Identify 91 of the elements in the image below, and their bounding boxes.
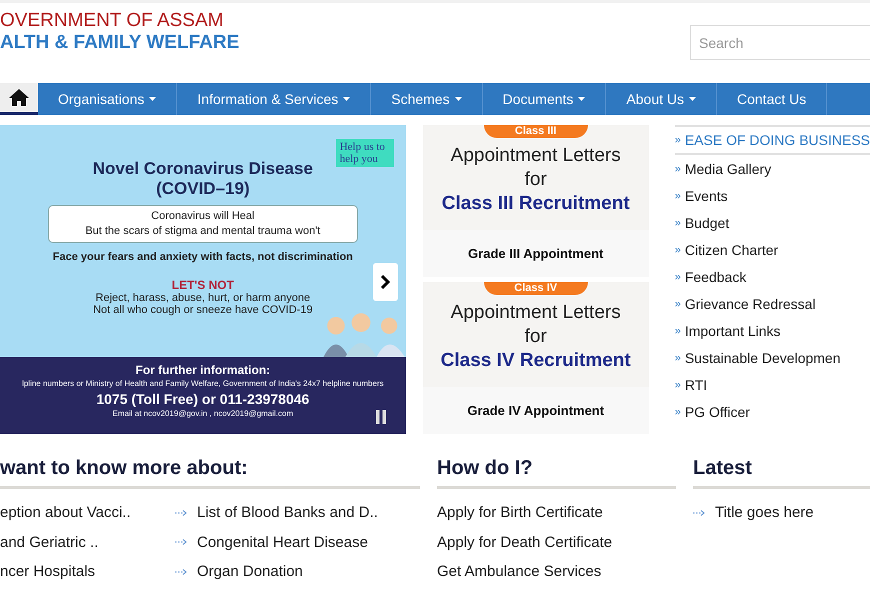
card-title: Appointment Letters xyxy=(450,301,621,325)
bullet-icon: » xyxy=(674,298,681,310)
section-heading: Latest xyxy=(692,457,870,489)
nav-menu-item[interactable]: Organisations xyxy=(38,83,178,115)
department-title: ALTH & FAMILY WELFARE xyxy=(0,32,240,54)
bullet-icon: » xyxy=(674,162,681,174)
email-text: Email at ncov2019@gov.in , ncov2019@gmail.com xyxy=(112,408,294,420)
dotted-arrow-icon xyxy=(175,510,187,516)
card-title: Class IV Recruitment xyxy=(440,349,631,373)
bullet-icon: » xyxy=(674,378,681,390)
bullet-icon: » xyxy=(674,134,681,146)
service-link[interactable]: Get Ambulance Services xyxy=(437,557,676,586)
sidebar-link[interactable]: » Grievance Redressal xyxy=(674,290,870,317)
sidebar-link[interactable]: » RTI xyxy=(674,371,870,398)
service-link[interactable]: Apply for Birth Certificate xyxy=(437,498,676,528)
chevron-right-icon xyxy=(380,275,390,289)
sidebar-link[interactable]: » Budget xyxy=(674,209,870,236)
topic-link[interactable]: List of Blood Banks and D.. xyxy=(175,498,420,528)
link-text: Important Links xyxy=(684,322,781,338)
sidebar-link[interactable]: » Feedback xyxy=(674,263,870,290)
appointment-card[interactable]: Class III Appointment Letters for Class III Recruitment Grade III Appointment xyxy=(422,125,649,277)
link-text: Grievance Redressal xyxy=(684,296,816,312)
sidebar-link[interactable]: » Media Gallery xyxy=(674,155,870,182)
nav-menu-item[interactable]: Schemes xyxy=(371,83,483,115)
appointment-card[interactable]: Class IV Appointment Letters for Class IV Recruitment Grade IV Appointment xyxy=(422,282,649,434)
caret-icon xyxy=(343,97,350,101)
card-title: for xyxy=(524,168,547,192)
banner-text: Reject, harass, abuse, hurt, or harm anyone Not all who cough or sneeze have COVID-19 xyxy=(93,292,313,316)
bullet-icon: » xyxy=(674,324,681,336)
dotted-arrow-icon xyxy=(692,510,705,516)
class-badge: Class III xyxy=(484,125,588,138)
dotted-arrow-icon xyxy=(175,568,187,575)
caret-icon xyxy=(149,97,156,101)
nav-menu-item[interactable]: Documents xyxy=(482,83,606,115)
nav-menu-item[interactable]: About Us xyxy=(606,83,717,115)
info-heading: For further information: xyxy=(136,362,270,378)
link-text: Events xyxy=(684,188,728,204)
topic-link[interactable]: Organ Donation xyxy=(175,557,420,586)
link-text: Feedback xyxy=(684,268,746,284)
link-text: EASE OF DOING BUSINESS xyxy=(684,132,870,148)
topic-link[interactable]: Congenital Heart Disease xyxy=(175,528,420,557)
caret-icon xyxy=(454,97,462,101)
link-text: PG Officer xyxy=(684,404,750,420)
class-badge: Class IV xyxy=(484,282,588,295)
card-title: Appointment Letters xyxy=(450,144,621,168)
link-text: Media Gallery xyxy=(684,160,772,176)
pause-icon[interactable] xyxy=(376,410,386,424)
home-icon xyxy=(9,89,29,106)
banner-heading: LET'S NOT xyxy=(172,278,234,292)
card-caption: Grade IV Appointment xyxy=(422,387,649,434)
card-caption: Grade III Appointment xyxy=(422,230,649,277)
bullet-icon: » xyxy=(674,244,681,256)
topic-link[interactable]: and Geriatric .. xyxy=(0,528,175,557)
caret-icon xyxy=(578,97,586,101)
link-text: Citizen Charter xyxy=(684,242,778,258)
nav-menu-item[interactable]: Contact Us xyxy=(717,83,828,115)
card-title: Class III Recruitment xyxy=(442,192,630,216)
link-text: Budget xyxy=(684,214,730,230)
bullet-icon: » xyxy=(674,352,681,364)
info-text: lpline numbers or Ministry of Health and Family Welfare, Government of India's 24x7 helpline numbers xyxy=(22,378,384,390)
card-title: for xyxy=(524,325,547,349)
service-link[interactable]: Apply for Death Certificate xyxy=(437,528,676,557)
topic-link[interactable]: eption about Vacci.. xyxy=(0,498,175,528)
home-tab[interactable] xyxy=(0,83,38,115)
caret-icon xyxy=(689,97,696,101)
banner-tagline: Face your fears and anxiety with facts, not discrimination xyxy=(52,251,353,263)
link-text: Sustainable Developmen xyxy=(684,350,840,366)
bullet-icon: » xyxy=(674,190,681,202)
sidebar-link[interactable]: » EASE OF DOING BUSINESS xyxy=(674,127,870,155)
topic-link[interactable]: ncer Hospitals xyxy=(0,557,175,586)
next-slide-button[interactable] xyxy=(372,263,398,301)
dotted-arrow-icon xyxy=(175,539,187,546)
bullet-icon: » xyxy=(674,270,681,282)
sidebar-link[interactable]: » Important Links xyxy=(674,317,870,344)
sidebar-link[interactable]: » Citizen Charter xyxy=(674,236,870,263)
section-heading: How do I? xyxy=(437,457,676,489)
site-title: OVERNMENT OF ASSAM xyxy=(0,10,224,32)
helpline-number: 1075 (Toll Free) or 011-23978046 xyxy=(96,390,310,408)
bullet-icon: » xyxy=(674,216,681,228)
sidebar-link[interactable]: » Sustainable Developmen xyxy=(674,344,870,371)
nav-menu-item[interactable]: Information & Services xyxy=(177,83,372,115)
bullet-icon: » xyxy=(674,406,681,418)
section-heading: want to know more about: xyxy=(0,457,420,489)
banner-title: Novel Coronavirus Disease (COVID–19) xyxy=(92,159,313,199)
news-link[interactable]: Title goes here xyxy=(692,498,870,528)
search-field[interactable]: Search xyxy=(690,25,870,60)
help-badge: Help us to help you xyxy=(336,139,394,167)
sidebar-link[interactable]: » PG Officer xyxy=(674,398,870,425)
banner-message: Coronavirus will Heal But the scars of stigma and mental trauma won't xyxy=(48,205,358,243)
sidebar-link[interactable]: » Events xyxy=(674,182,870,209)
link-text: RTI xyxy=(684,376,708,392)
